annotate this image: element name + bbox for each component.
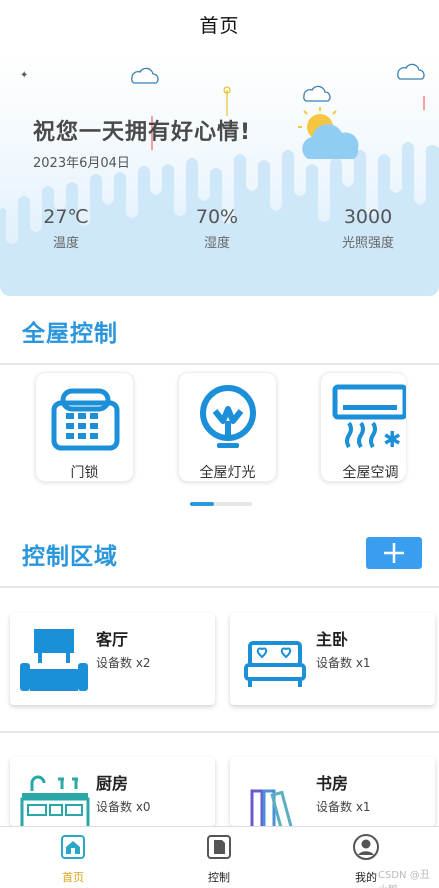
device-scroll-indicator bbox=[190, 502, 252, 506]
watermark: CSDN @丑小鸭 bbox=[378, 870, 430, 888]
light-bulb-icon bbox=[200, 385, 256, 448]
device-card-air-conditioner[interactable]: ✱ 全屋空调 bbox=[320, 372, 406, 482]
device-card-lights[interactable]: 全屋灯光 bbox=[178, 372, 277, 482]
room-card-master-bedroom[interactable]: 主卧 设备数 x1 bbox=[230, 613, 435, 705]
document-icon bbox=[207, 835, 231, 859]
sun-cloud-icon bbox=[298, 107, 359, 159]
room-card-kitchen[interactable]: 厨房 设备数 x0 bbox=[10, 757, 215, 833]
room-count-study: 设备数 x1 bbox=[316, 800, 371, 814]
tab-label-control: 控制 bbox=[208, 871, 230, 884]
humidity-value: 70% bbox=[195, 206, 239, 228]
plus-icon bbox=[384, 543, 404, 563]
air-conditioner-icon: ✱ bbox=[332, 384, 406, 453]
svg-text:✦: ✦ bbox=[20, 70, 28, 81]
sofa-icon bbox=[20, 629, 88, 691]
bed-icon bbox=[244, 641, 306, 687]
section-divider bbox=[0, 586, 439, 588]
device-scroll-thumb bbox=[190, 502, 215, 506]
section-divider bbox=[0, 731, 439, 733]
svg-text:✱: ✱ bbox=[383, 428, 401, 453]
room-name-living-room: 客厅 bbox=[96, 630, 129, 649]
room-count-kitchen: 设备数 x0 bbox=[96, 800, 151, 814]
light-stat: 3000 光照强度 bbox=[308, 206, 428, 251]
device-card-door-lock[interactable]: 门锁 bbox=[35, 372, 134, 482]
room-count-master-bedroom: 设备数 x1 bbox=[316, 656, 371, 670]
drip-background: ✦ bbox=[0, 63, 439, 296]
greeting-text: 祝您一天拥有好心情! bbox=[33, 120, 252, 145]
tab-home[interactable]: 首页 bbox=[33, 833, 113, 885]
temperature-value: 27℃ bbox=[43, 206, 89, 228]
room-count-living-room: 设备数 x2 bbox=[96, 656, 151, 670]
device-label-lights: 全屋灯光 bbox=[199, 465, 256, 481]
humidity-stat: 70% 湿度 bbox=[157, 206, 277, 251]
room-name-study: 书房 bbox=[316, 774, 349, 793]
room-card-living-room[interactable]: 客厅 设备数 x2 bbox=[10, 613, 215, 705]
device-label-air-conditioner: 全屋空调 bbox=[342, 465, 399, 481]
room-card-study[interactable]: 书房 设备数 x1 bbox=[230, 757, 435, 841]
bottom-tab-bar: 首页 控制 我的 bbox=[0, 826, 439, 888]
light-value: 3000 bbox=[343, 206, 393, 228]
date-text: 2023年6月04日 bbox=[33, 156, 130, 171]
user-icon bbox=[353, 834, 379, 860]
temperature-stat: 27℃ 温度 bbox=[6, 206, 126, 251]
page-title: 首页 bbox=[199, 14, 240, 37]
door-lock-icon bbox=[51, 388, 120, 451]
tab-label-home: 首页 bbox=[62, 871, 84, 884]
title-bar: 首页 bbox=[0, 0, 439, 48]
light-label: 光照强度 bbox=[341, 236, 394, 251]
tab-control[interactable]: 控制 bbox=[179, 833, 259, 885]
home-icon bbox=[61, 835, 85, 859]
weather-banner: ✦ 祝您一天拥有好心情! 2023年6月04日 27℃ 温度 70% 湿度 30… bbox=[0, 50, 439, 296]
humidity-label: 湿度 bbox=[203, 236, 230, 251]
device-label-door-lock: 门锁 bbox=[70, 465, 99, 481]
control-area-title: 控制区域 bbox=[22, 544, 118, 570]
temperature-label: 温度 bbox=[52, 236, 79, 251]
room-name-kitchen: 厨房 bbox=[96, 774, 129, 793]
whole-house-title: 全屋控制 bbox=[22, 321, 118, 347]
room-name-master-bedroom: 主卧 bbox=[316, 630, 349, 649]
section-divider bbox=[0, 363, 439, 365]
add-room-button[interactable] bbox=[366, 537, 422, 569]
